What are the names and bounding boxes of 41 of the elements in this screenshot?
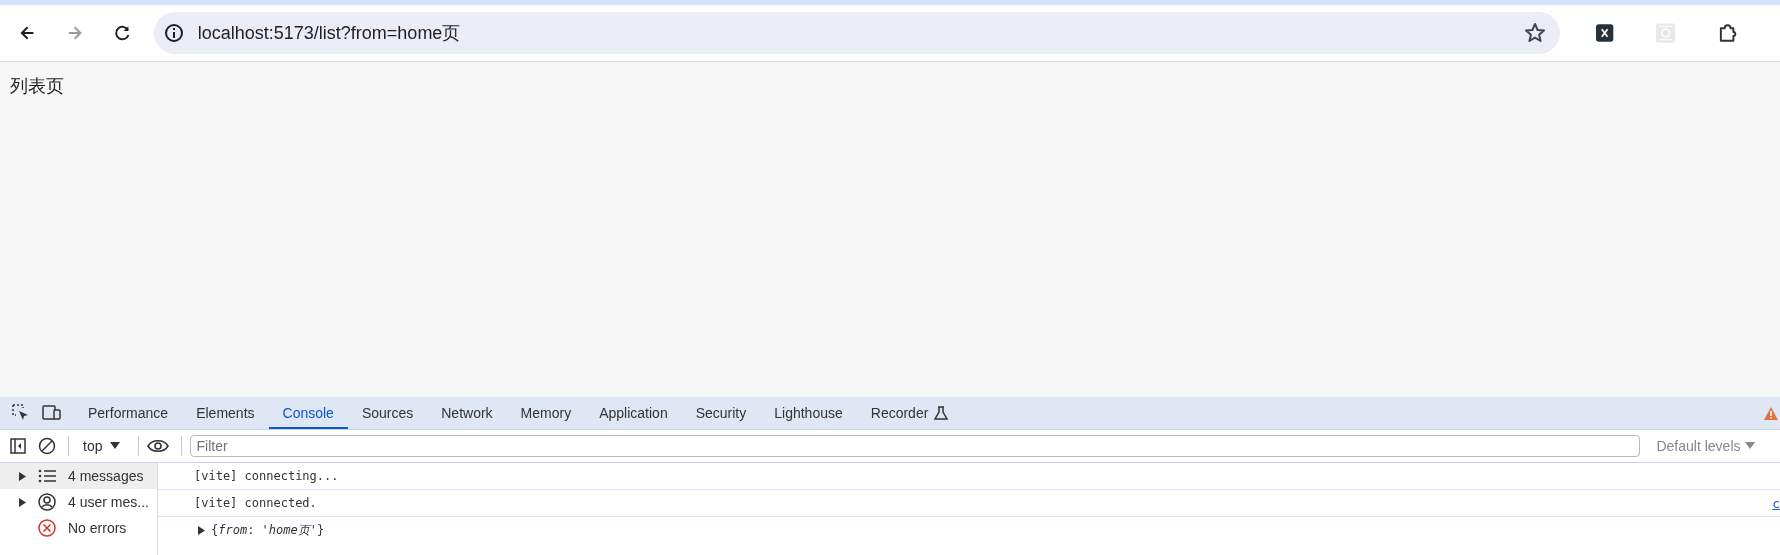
source-link[interactable]: c — [1772, 495, 1780, 511]
devtools-tab[interactable]: Performance — [74, 397, 183, 429]
address-bar[interactable]: localhost:5173/list?from=home页 — [153, 12, 1561, 54]
devtools-tab[interactable]: Application — [585, 397, 682, 429]
clear-console-icon[interactable] — [38, 437, 56, 455]
element-picker-icon[interactable] — [12, 404, 30, 422]
console-message: [vite] connected. — [194, 496, 317, 510]
devtools-tab[interactable]: Security — [681, 397, 761, 429]
expand-triangle-icon[interactable] — [198, 525, 205, 535]
list-icon — [38, 468, 56, 484]
object-preview[interactable]: {from: 'home页'} — [211, 521, 325, 539]
sidebar-item[interactable]: No errors — [0, 515, 157, 541]
sidebar-toggle-icon[interactable] — [10, 438, 26, 454]
device-toolbar-icon[interactable] — [42, 404, 62, 422]
star-icon[interactable] — [1524, 22, 1547, 44]
devtools-tab[interactable]: Elements — [182, 397, 269, 429]
info-icon[interactable] — [163, 23, 184, 43]
error-icon — [38, 519, 56, 537]
devtools-tab[interactable]: Memory — [506, 397, 586, 429]
context-dropdown[interactable]: top — [77, 437, 127, 455]
extension-x-icon[interactable] — [1596, 24, 1614, 42]
devtools-tab[interactable]: Sources — [347, 397, 428, 429]
devtools-tab[interactable]: Lighthouse — [760, 397, 857, 429]
user-icon — [38, 493, 56, 511]
page-heading: 列表页 — [10, 75, 65, 98]
sidebar-item[interactable]: 4 user mes... — [0, 489, 157, 515]
expand-triangle-icon[interactable] — [19, 497, 26, 507]
expand-triangle-icon[interactable] — [19, 471, 26, 481]
filter-field[interactable]: Filter — [190, 435, 1641, 457]
warning-icon[interactable] — [1764, 406, 1778, 420]
devtools-tab[interactable]: Network — [427, 397, 507, 429]
console-message: [vite] connecting... — [194, 469, 339, 483]
levels-dropdown[interactable]: Default levels — [1650, 437, 1761, 455]
caret-icon — [1744, 442, 1755, 450]
devtools-tab[interactable]: Recorder — [856, 397, 963, 429]
caret-icon — [110, 442, 121, 450]
reload-icon[interactable] — [112, 23, 132, 43]
url-text: localhost:5173/list?from=home页 — [197, 22, 462, 45]
flask-icon — [934, 406, 949, 420]
sidebar-item[interactable]: 4 messages — [0, 463, 157, 489]
eye-icon[interactable] — [147, 439, 170, 453]
